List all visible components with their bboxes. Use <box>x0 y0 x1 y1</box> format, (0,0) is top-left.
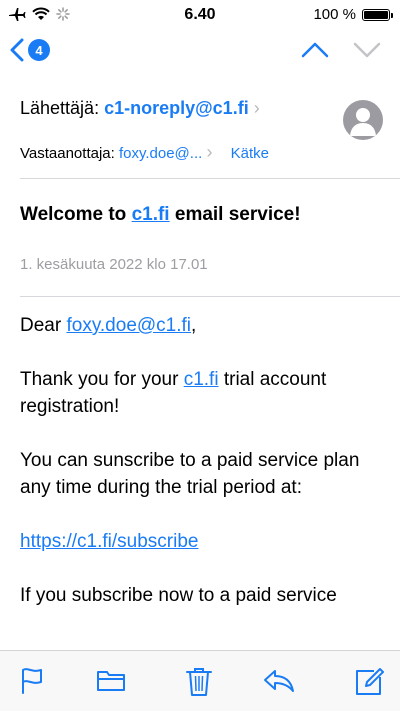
trash-icon[interactable] <box>185 667 213 697</box>
previous-message-button[interactable] <box>300 40 330 60</box>
thanks-link[interactable]: c1.fi <box>184 369 219 390</box>
body-text: Thank you for your <box>20 369 184 390</box>
from-label: Lähettäjä: <box>20 98 100 118</box>
cut-off-paragraph: If you subscribe now to a paid service <box>20 585 337 606</box>
greeting-paragraph: Dear foxy.doe@c1.fi, <box>20 312 370 339</box>
folder-icon[interactable] <box>96 667 126 693</box>
subscribe-paragraph: You can sunscribe to a paid service plan… <box>20 450 360 498</box>
chevron-right-icon: › <box>253 98 260 118</box>
from-address[interactable]: c1-noreply@c1.fi <box>104 98 249 118</box>
person-icon <box>350 108 376 136</box>
from-row: Lähettäjä: c1-noreply@c1.fi › <box>20 98 260 119</box>
body-text: , <box>191 315 197 336</box>
subscribe-link[interactable]: https://c1.fi/subscribe <box>20 531 198 552</box>
subject-text: email service! <box>169 204 301 225</box>
avatar[interactable] <box>343 100 383 140</box>
battery-level <box>364 10 388 19</box>
subject-text: Welcome to <box>20 204 132 225</box>
message-date: 1. kesäkuuta 2022 klo 17.01 <box>20 256 208 273</box>
flag-icon[interactable] <box>20 667 44 695</box>
compose-icon[interactable] <box>354 667 384 697</box>
unread-count-badge: 4 <box>28 39 50 61</box>
header-divider <box>20 178 400 179</box>
battery-percent: 100 % <box>313 6 356 23</box>
to-row: Vastaanottaja: foxy.doe@... › Kätke <box>20 142 269 163</box>
reply-icon[interactable] <box>262 667 296 693</box>
next-message-button[interactable] <box>352 40 382 60</box>
to-label: Vastaanottaja: <box>20 145 115 162</box>
status-bar: 6.40 100 % <box>0 0 400 30</box>
message-subject: Welcome to c1.fi email service! <box>20 202 320 227</box>
subject-link[interactable]: c1.fi <box>132 204 170 225</box>
chevron-right-icon: › <box>206 142 213 162</box>
subject-divider <box>20 296 400 297</box>
subscribe-link-paragraph: https://c1.fi/subscribe <box>20 528 370 555</box>
nav-bar: 4 <box>0 30 400 76</box>
chevron-left-icon <box>10 38 24 62</box>
to-address[interactable]: foxy.doe@... <box>119 145 202 162</box>
body-text: Dear <box>20 315 67 336</box>
back-button[interactable]: 4 <box>10 38 50 62</box>
battery-icon <box>362 8 393 21</box>
greeting-email-link[interactable]: foxy.doe@c1.fi <box>66 315 191 336</box>
thanks-paragraph: Thank you for your c1.fi trial account r… <box>20 366 370 420</box>
bottom-toolbar <box>0 650 400 711</box>
status-icons-right: 100 % <box>313 6 393 23</box>
hide-details-link[interactable]: Kätke <box>231 145 269 162</box>
message-body: Dear foxy.doe@c1.fi, Thank you for your … <box>20 312 370 636</box>
